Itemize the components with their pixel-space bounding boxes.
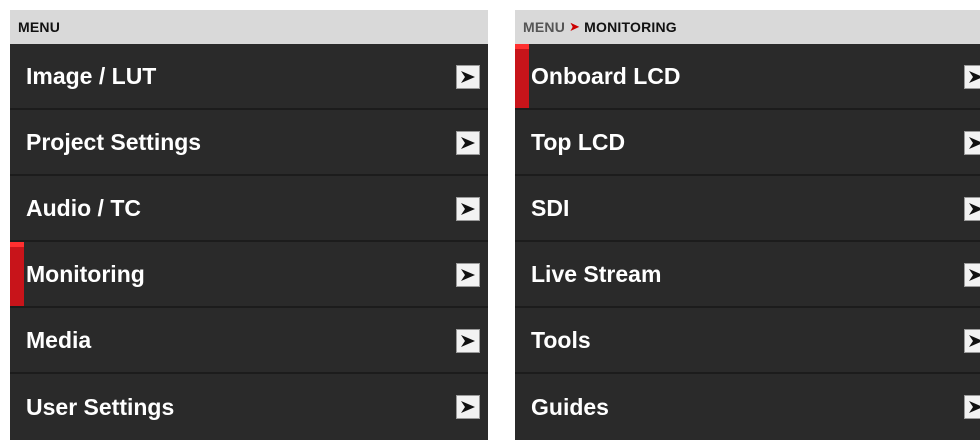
monitoring-menu-item-live-stream[interactable]: Live Stream [515, 242, 980, 308]
monitoring-menu-item-tools[interactable]: Tools [515, 308, 980, 374]
main-menu-panel: MENU Image / LUT Project Settings Audio / … [10, 10, 488, 440]
menu-header: MENU [10, 10, 488, 44]
breadcrumb-menu-link[interactable]: MENU [523, 19, 565, 35]
chevron-right-icon[interactable] [456, 263, 480, 287]
breadcrumb: MENU ➤ MONITORING [515, 10, 980, 44]
monitoring-menu-list: Onboard LCD Top LCD SDI Live Stream Tools Gui… [515, 44, 980, 440]
menu-item-label: Image / LUT [26, 62, 157, 89]
main-menu-item-user-settings[interactable]: User Settings [10, 374, 488, 440]
menu-item-label: Guides [531, 393, 609, 420]
menu-item-label: Tools [531, 326, 591, 353]
chevron-right-icon[interactable] [456, 329, 480, 353]
menu-item-label: Monitoring [26, 260, 145, 287]
main-menu-item-image-lut[interactable]: Image / LUT [10, 44, 488, 110]
selection-indicator [515, 44, 529, 108]
menu-item-label: Live Stream [531, 260, 662, 287]
main-menu-list: Image / LUT Project Settings Audio / TC Mon… [10, 44, 488, 440]
chevron-right-icon[interactable] [964, 197, 980, 221]
monitoring-menu-item-top-lcd[interactable]: Top LCD [515, 110, 980, 176]
monitoring-menu-item-sdi[interactable]: SDI [515, 176, 980, 242]
chevron-right-icon[interactable] [456, 197, 480, 221]
menu-item-label: Project Settings [26, 128, 202, 155]
chevron-right-icon[interactable] [964, 329, 980, 353]
main-menu-item-monitoring[interactable]: Monitoring [10, 242, 488, 308]
main-menu-item-audio-tc[interactable]: Audio / TC [10, 176, 488, 242]
monitoring-menu-panel: MENU ➤ MONITORING Onboard LCD Top LCD SDI L… [515, 10, 980, 440]
main-menu-item-project-settings[interactable]: Project Settings [10, 110, 488, 176]
selection-indicator [10, 242, 24, 306]
main-menu-item-media[interactable]: Media [10, 308, 488, 374]
menu-title: MENU [18, 19, 61, 35]
menu-item-label: Audio / TC [26, 194, 141, 221]
monitoring-menu-item-guides[interactable]: Guides [515, 374, 980, 440]
menu-item-label: User Settings [26, 393, 175, 420]
menu-item-label: Onboard LCD [531, 62, 681, 89]
chevron-right-icon[interactable] [456, 131, 480, 155]
menu-item-label: SDI [531, 194, 570, 221]
chevron-right-icon[interactable] [456, 65, 480, 89]
monitoring-menu-item-onboard-lcd[interactable]: Onboard LCD [515, 44, 980, 110]
breadcrumb-separator-icon: ➤ [569, 19, 581, 34]
menu-item-label: Media [26, 326, 92, 353]
chevron-right-icon[interactable] [964, 131, 980, 155]
breadcrumb-current: MONITORING [584, 19, 677, 35]
chevron-right-icon[interactable] [964, 65, 980, 89]
chevron-right-icon[interactable] [964, 395, 980, 419]
menu-item-label: Top LCD [531, 128, 626, 155]
chevron-right-icon[interactable] [964, 263, 980, 287]
chevron-right-icon[interactable] [456, 395, 480, 419]
